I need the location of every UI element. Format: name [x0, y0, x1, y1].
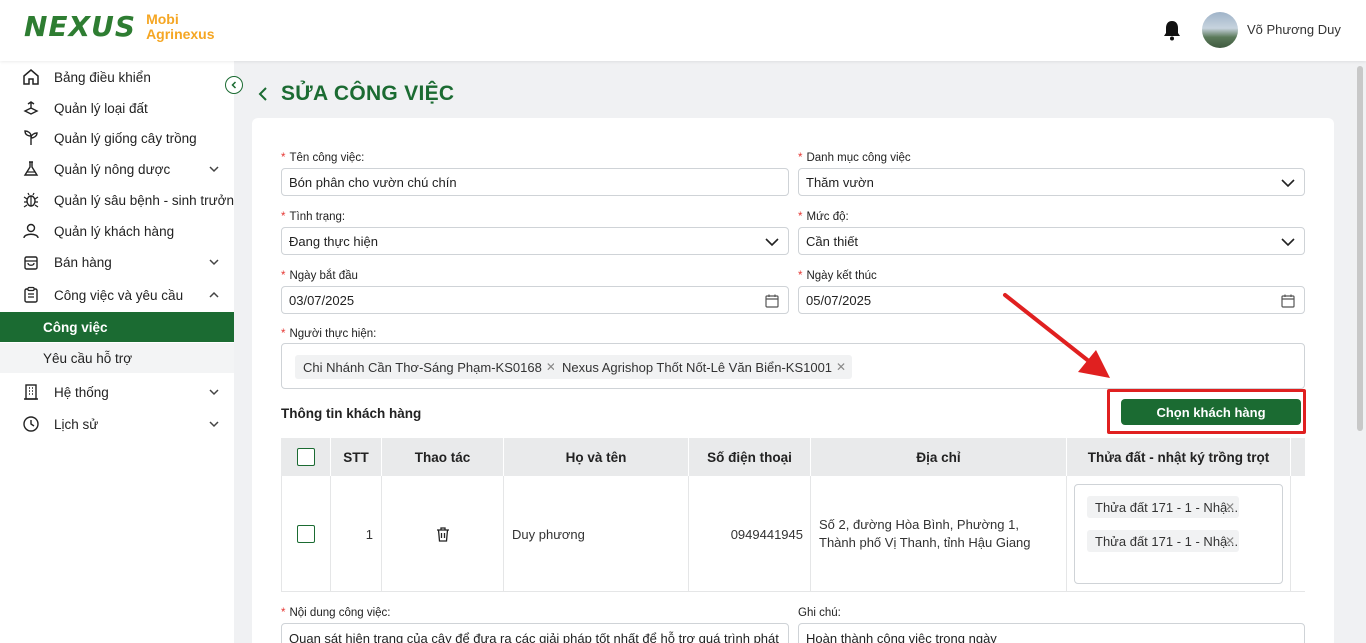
status-label: * Tình trạng: — [281, 211, 346, 223]
priority-select[interactable]: Cần thiết — [798, 227, 1305, 255]
history-icon — [23, 416, 39, 432]
task-name-label: * Tên công việc: — [281, 152, 365, 164]
sidebar-item-pesticide[interactable]: Quản lý nông dược — [0, 154, 234, 184]
chevron-down-icon — [209, 389, 219, 396]
page-title: SỬA CÔNG VIỆC — [281, 82, 455, 105]
end-date-label: * Ngày kết thúc — [798, 270, 877, 282]
plant-icon — [24, 130, 38, 145]
annotation-highlight-box — [1107, 389, 1306, 434]
calendar-icon[interactable] — [764, 293, 780, 309]
sidebar-item-sales[interactable]: Bán hàng — [0, 247, 234, 277]
avatar[interactable] — [1202, 12, 1238, 48]
flask-icon — [23, 161, 39, 176]
note-textarea[interactable]: Hoàn thành công việc trong ngày — [798, 623, 1305, 643]
close-icon[interactable]: ✕ — [1225, 500, 1235, 514]
sidebar: Bảng điều khiển Quản lý loại đất Quản lý… — [0, 61, 242, 643]
sidebar-item-tasks[interactable]: Công việc và yêu cầu — [0, 280, 234, 310]
cell-phone: 0949441945 — [689, 476, 811, 592]
user-name[interactable]: Võ Phương Duy — [1247, 22, 1341, 37]
plot-tag: Thửa đất 171 - 1 - Nhậ... ✕ — [1087, 496, 1239, 518]
status-select[interactable]: Đang thực hiện — [281, 227, 789, 255]
category-select[interactable]: Thăm vườn — [798, 168, 1305, 196]
bag-icon — [24, 256, 38, 270]
back-arrow-icon[interactable] — [257, 86, 271, 102]
building-icon — [24, 384, 38, 400]
category-label: * Danh mục công việc — [798, 152, 911, 164]
app-logo[interactable]: NEXUS Mobi Agrinexus — [24, 10, 215, 43]
sidebar-item-history[interactable]: Lịch sử — [0, 409, 234, 439]
trash-icon[interactable] — [436, 526, 450, 542]
customer-table-header: STT Thao tác Họ và tên Số điện thoại Địa… — [281, 438, 1305, 476]
dashboard-icon — [23, 69, 39, 85]
column-header: Họ và tên — [504, 438, 689, 476]
priority-label: * Mức độ: — [798, 211, 849, 223]
plot-multiselect[interactable]: Thửa đất 171 - 1 - Nhậ... ✕ Thửa đất 171 … — [1074, 484, 1283, 584]
calendar-icon[interactable] — [1280, 293, 1296, 309]
brand-line1: Mobi — [146, 10, 179, 27]
end-date-input[interactable]: 05/07/2025 — [798, 286, 1305, 314]
sidebar-subitem-tasks[interactable]: Công việc — [0, 312, 234, 342]
task-name-input[interactable]: Bón phân cho vườn chú chín — [281, 168, 789, 196]
content-textarea[interactable]: Quan sát hiện trạng của cây để đưa ra cá… — [281, 623, 789, 643]
start-date-label: * Ngày bắt đầu — [281, 270, 358, 282]
sidebar-item-pests[interactable]: Quản lý sâu bệnh - sinh trưởng — [0, 185, 242, 215]
column-header: Thao tác — [382, 438, 504, 476]
user-icon — [23, 223, 39, 239]
assignee-multiselect[interactable]: Chi Nhánh Cần Thơ-Sáng Phạm-KS0168 ✕ Nexu… — [281, 343, 1305, 389]
collapse-sidebar-button[interactable] — [225, 76, 243, 94]
soil-icon — [23, 101, 39, 115]
bell-icon[interactable] — [1162, 19, 1182, 41]
sidebar-subitem-support[interactable]: Yêu cầu hỗ trợ — [0, 343, 234, 373]
chevron-down-icon — [1281, 238, 1295, 247]
customer-section-title: Thông tin khách hàng — [281, 406, 422, 421]
scrollbar[interactable] — [1357, 66, 1363, 431]
assignee-tag: Chi Nhánh Cần Thơ-Sáng Phạm-KS0168 ✕ — [295, 355, 562, 379]
cell-name: Duy phương — [504, 476, 689, 592]
sidebar-item-plant[interactable]: Quản lý giống cây trồng — [0, 123, 234, 153]
chevron-down-icon — [209, 166, 219, 173]
column-header: STT — [331, 438, 382, 476]
note-label: Ghi chú: — [798, 607, 841, 619]
chevron-left-icon — [231, 81, 237, 89]
column-header: Thửa đất - nhật ký trồng trọt — [1067, 438, 1291, 476]
chevron-down-icon — [1281, 179, 1295, 188]
plot-tag: Thửa đất 171 - 1 - Nhậ... ✕ — [1087, 530, 1239, 552]
assignee-tag: Nexus Agrishop Thốt Nốt-Lê Văn Biển-KS10… — [554, 355, 853, 379]
column-header: Số điện thoại — [689, 438, 811, 476]
chevron-down-icon — [209, 259, 219, 266]
bug-icon — [23, 192, 39, 208]
assignee-label: * Người thực hiện: — [281, 328, 377, 340]
top-header: NEXUS Mobi Agrinexus Võ Phương Duy — [0, 0, 1366, 61]
sidebar-item-customers[interactable]: Quản lý khách hàng — [0, 216, 234, 246]
sidebar-item-soil[interactable]: Quản lý loại đất — [0, 93, 234, 123]
close-icon[interactable]: ✕ — [836, 360, 846, 374]
cell-address: Số 2, đường Hòa Bình, Phường 1, Thành ph… — [811, 476, 1067, 592]
sidebar-item-dashboard[interactable]: Bảng điều khiển — [0, 62, 234, 92]
content-label: * Nội dung công việc: — [281, 607, 391, 619]
chevron-up-icon — [209, 291, 219, 298]
cell-stt: 1 — [331, 476, 382, 592]
logo-mark: NEXUS — [24, 10, 137, 43]
chevron-down-icon — [209, 421, 219, 428]
chevron-down-icon — [765, 238, 779, 247]
column-header: Địa chỉ — [811, 438, 1067, 476]
sidebar-item-system[interactable]: Hệ thống — [0, 377, 234, 407]
start-date-input[interactable]: 03/07/2025 — [281, 286, 789, 314]
row-checkbox[interactable] — [297, 525, 315, 543]
brand-line2: Agrinexus — [146, 25, 215, 42]
select-all-checkbox[interactable] — [296, 448, 315, 466]
clipboard-icon — [24, 286, 38, 303]
close-icon[interactable]: ✕ — [1225, 534, 1235, 548]
